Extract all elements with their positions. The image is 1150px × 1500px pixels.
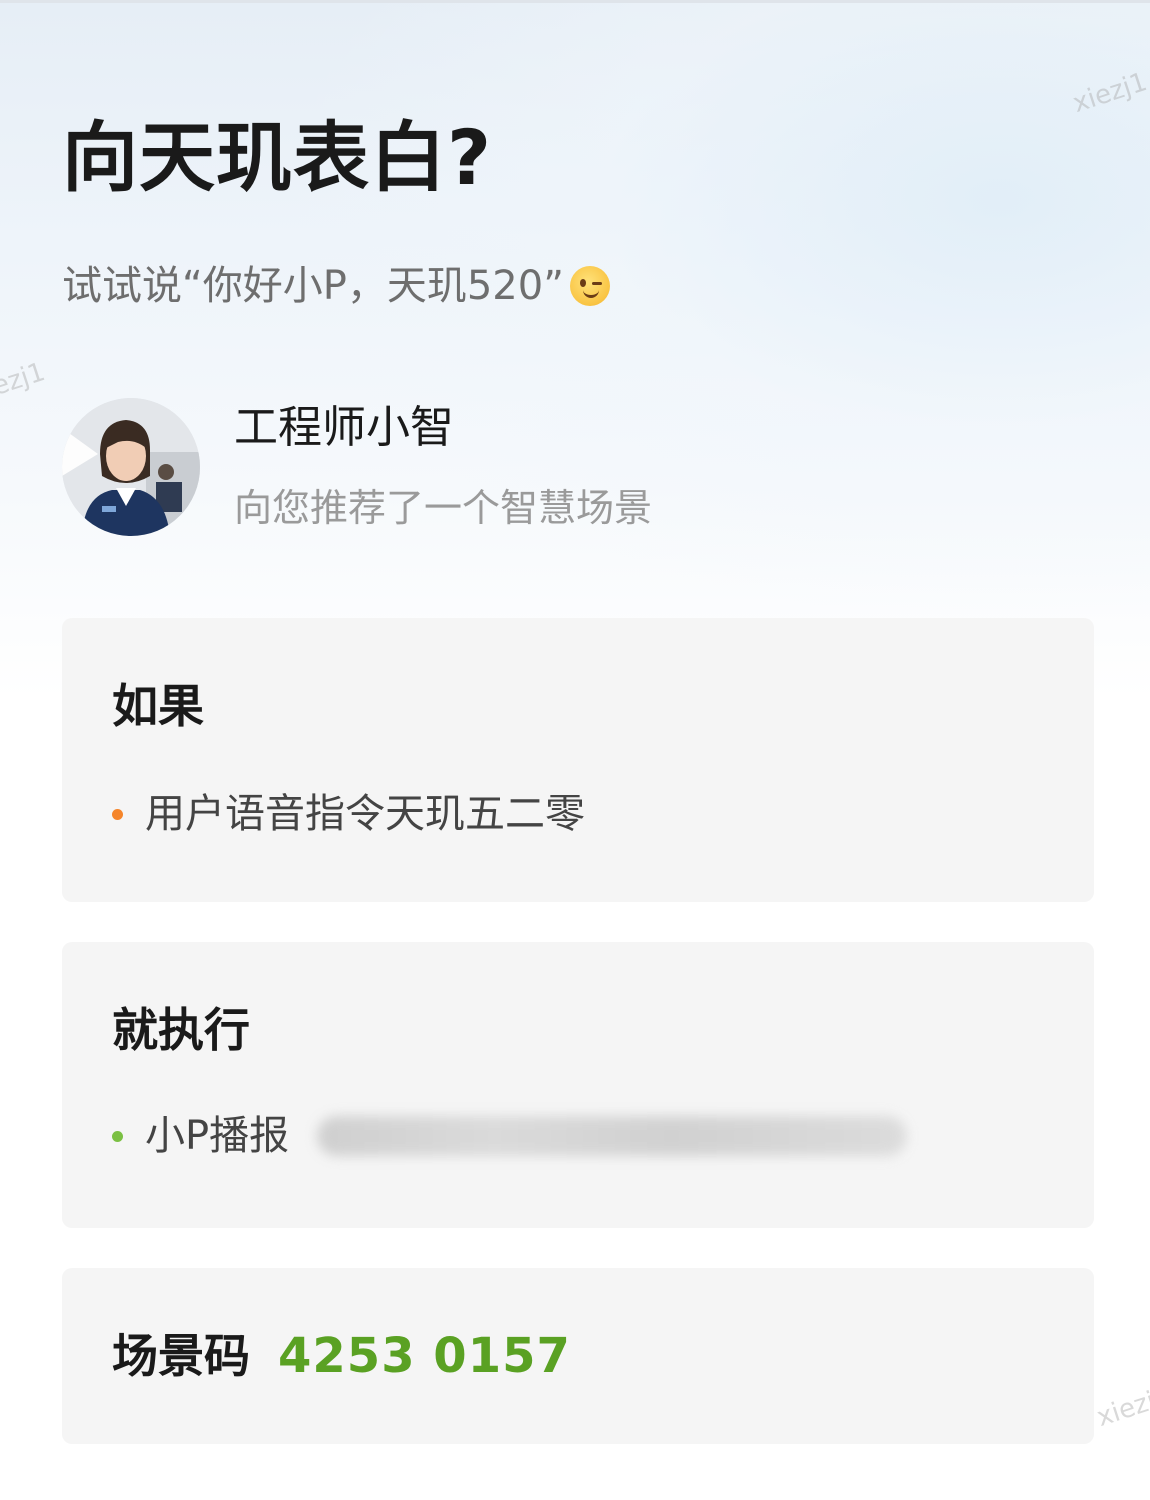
header-background <box>0 0 1150 700</box>
if-card-title: 如果 <box>112 679 204 733</box>
avatar[interactable] <box>62 398 200 536</box>
subtitle-text: 试试说“你好小P，天玑520” <box>62 263 564 309</box>
scene-code-label: 场景码 <box>112 1329 250 1383</box>
then-action-item: 小P播报 <box>112 1108 908 1164</box>
if-condition-card: 如果 用户语音指令天玑五二零 <box>62 618 1094 902</box>
scene-code-card: 场景码 4253 0157 <box>62 1268 1094 1444</box>
blurred-broadcast-content <box>317 1116 908 1156</box>
winking-face-icon <box>569 266 610 306</box>
author-name: 工程师小智 <box>234 402 454 453</box>
scene-code-row: 场景码 4253 0157 <box>112 1324 571 1388</box>
avatar-image <box>62 398 200 536</box>
top-divider <box>0 0 1150 3</box>
page-title: 向天玑表白? <box>62 113 493 202</box>
bullet-dot-icon <box>112 808 123 820</box>
author-description: 向您推荐了一个智慧场景 <box>234 486 653 530</box>
then-card-title: 就执行 <box>112 1003 250 1057</box>
scene-code-value[interactable]: 4253 0157 <box>278 1324 571 1388</box>
then-action-card: 就执行 小P播报 <box>62 942 1094 1228</box>
then-action-text: 小P播报 <box>145 1113 290 1159</box>
watermark: xiezj1 <box>1093 1380 1150 1434</box>
if-condition-text: 用户语音指令天玑五二零 <box>145 791 585 837</box>
page-subtitle: 试试说“你好小P，天玑520” <box>62 258 610 314</box>
bullet-dot-icon <box>112 1130 123 1142</box>
if-condition-item: 用户语音指令天玑五二零 <box>112 786 585 842</box>
